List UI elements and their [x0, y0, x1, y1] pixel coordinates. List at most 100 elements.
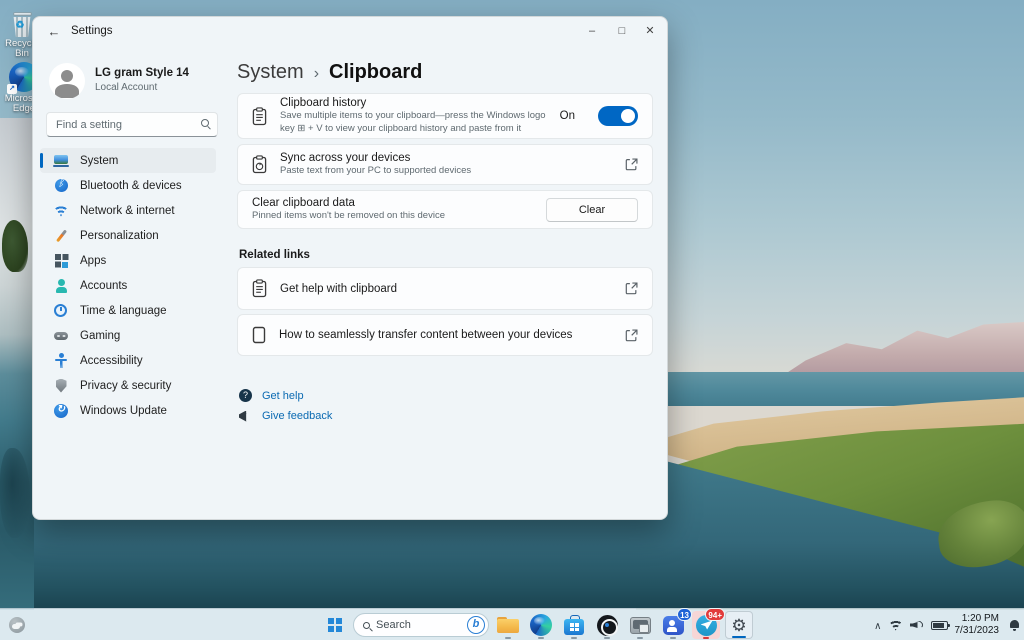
bluetooth-icon [53, 178, 69, 194]
titlebar[interactable]: ← Settings – □ ✕ [33, 17, 667, 47]
get-help-link[interactable]: ? Get help [239, 389, 304, 402]
taskbar-app-edge[interactable] [527, 611, 555, 639]
tray-time: 1:20 PM [955, 613, 1000, 626]
tray-chevron-up-icon[interactable]: ∧ [874, 621, 881, 632]
feedback-icon [239, 411, 252, 422]
clear-clipboard-card: Clear clipboard data Pinned items won't … [237, 190, 653, 229]
taskbar-app-microsoft-store[interactable] [560, 611, 588, 639]
clipboard-icon [252, 107, 267, 126]
sidebar-item-bluetooth-devices[interactable]: Bluetooth & devices [40, 173, 216, 198]
taskbar-app-teams-chat[interactable]: 13 [659, 611, 687, 639]
sidebar-item-privacy-security[interactable]: Privacy & security [40, 373, 216, 398]
volume-icon[interactable] [910, 620, 924, 631]
clock[interactable]: 1:20 PM 7/31/2023 [955, 613, 1000, 638]
document-icon [252, 326, 266, 344]
related-link-label: How to seamlessly transfer content betwe… [279, 329, 612, 341]
window-title: Settings [71, 25, 113, 37]
dark-circle-app-icon [597, 615, 618, 636]
sidebar-item-system[interactable]: System [40, 148, 216, 173]
toggle-state-label: On [560, 110, 575, 122]
setting-title: Clipboard history [280, 97, 547, 109]
chevron-right-icon: › [314, 65, 319, 82]
setting-title: Sync across your devices [280, 152, 612, 164]
sidebar-item-label: Privacy & security [80, 380, 171, 392]
sidebar-item-label: Accounts [80, 280, 127, 292]
get-help-icon: ? [239, 389, 252, 402]
battery-icon[interactable] [931, 621, 948, 630]
settings-window: ← Settings – □ ✕ LG gram Style 14 Local … [32, 16, 668, 520]
breadcrumb: System › Clipboard [237, 61, 422, 84]
widgets-button[interactable] [6, 615, 28, 635]
taskbar-app-display[interactable] [626, 611, 654, 639]
sidebar-item-label: System [80, 155, 118, 167]
settings-gear-icon: ⚙ [731, 617, 746, 634]
sidebar-item-personalization[interactable]: Personalization [40, 223, 216, 248]
related-link-get-help-clipboard[interactable]: Get help with clipboard [237, 267, 653, 310]
sidebar-item-accounts[interactable]: Accounts [40, 273, 216, 298]
external-link-icon [625, 282, 638, 295]
account-avatar[interactable] [49, 63, 85, 99]
notification-bell-icon[interactable] [1008, 619, 1020, 631]
sidebar-item-network-internet[interactable]: Network & internet [40, 198, 216, 223]
clipboard-history-toggle[interactable] [598, 106, 638, 126]
related-link-label: Get help with clipboard [280, 283, 612, 295]
personalization-icon [53, 228, 69, 244]
edge-icon [530, 614, 552, 636]
sidebar-item-apps[interactable]: Apps [40, 248, 216, 273]
system-icon [53, 153, 69, 169]
running-indicator [670, 637, 676, 640]
search-icon [201, 119, 209, 127]
related-link-transfer-content[interactable]: How to seamlessly transfer content betwe… [237, 314, 653, 356]
sync-across-devices-card[interactable]: Sync across your devices Paste text from… [237, 144, 653, 185]
taskbar-app-settings[interactable]: ⚙ [725, 611, 753, 639]
running-indicator [571, 637, 577, 640]
network-icon [53, 203, 69, 219]
sidebar-item-time-language[interactable]: Time & language [40, 298, 216, 323]
running-indicator [637, 637, 643, 640]
taskbar-app-telegram[interactable]: 94+ [692, 611, 720, 639]
telegram-badge: 94+ [705, 608, 725, 621]
search-icon [363, 622, 370, 629]
clipboard-icon [252, 279, 267, 298]
link-label: Give feedback [262, 410, 332, 422]
sidebar-item-accessibility[interactable]: Accessibility [40, 348, 216, 373]
find-a-setting-input[interactable] [46, 112, 218, 137]
external-link-icon [625, 329, 638, 342]
taskbar-app-file-explorer[interactable] [494, 611, 522, 639]
file-explorer-icon [497, 617, 519, 634]
sidebar-item-label: Personalization [80, 230, 159, 242]
sidebar-item-gaming[interactable]: Gaming [40, 323, 216, 348]
account-name: LG gram Style 14 [95, 67, 189, 79]
windows-update-icon [53, 403, 69, 419]
shortcut-arrow-icon: ↗ [7, 84, 17, 94]
page-title: Clipboard [329, 61, 422, 83]
setting-description: Paste text from your PC to supported dev… [280, 165, 612, 178]
wifi-icon[interactable] [889, 620, 903, 631]
taskbar-app-dark-circle[interactable] [593, 611, 621, 639]
recycle-bin-icon: ♻ [12, 12, 33, 37]
taskbar-center: Search b 13 94+ [322, 609, 753, 640]
back-button[interactable]: ← [45, 23, 63, 41]
active-indicator [732, 636, 746, 639]
maximize-button[interactable]: □ [607, 17, 637, 45]
give-feedback-link[interactable]: Give feedback [239, 410, 332, 422]
start-button[interactable] [322, 612, 348, 638]
sidebar-item-label: Time & language [80, 305, 167, 317]
clipboard-sync-icon [252, 155, 267, 174]
taskbar-search-box[interactable]: Search b [353, 613, 489, 637]
close-button[interactable]: ✕ [635, 17, 665, 45]
minimize-button[interactable]: – [577, 17, 607, 45]
breadcrumb-parent[interactable]: System [237, 61, 304, 83]
taskbar: Search b 13 94+ [0, 608, 1024, 640]
microsoft-store-icon [564, 615, 584, 635]
running-indicator [703, 637, 709, 640]
sidebar-nav: System Bluetooth & devices Network & int… [40, 148, 216, 423]
sidebar-item-windows-update[interactable]: Windows Update [40, 398, 216, 423]
system-tray: ∧ 1:20 PM 7/31/2023 [874, 609, 1020, 640]
sidebar-item-label: Bluetooth & devices [80, 180, 182, 192]
accessibility-icon [53, 353, 69, 369]
taskbar-search-placeholder: Search [376, 619, 461, 631]
clear-button[interactable]: Clear [546, 198, 638, 222]
sidebar-item-label: Apps [80, 255, 106, 267]
weather-cloud-icon [9, 617, 25, 633]
